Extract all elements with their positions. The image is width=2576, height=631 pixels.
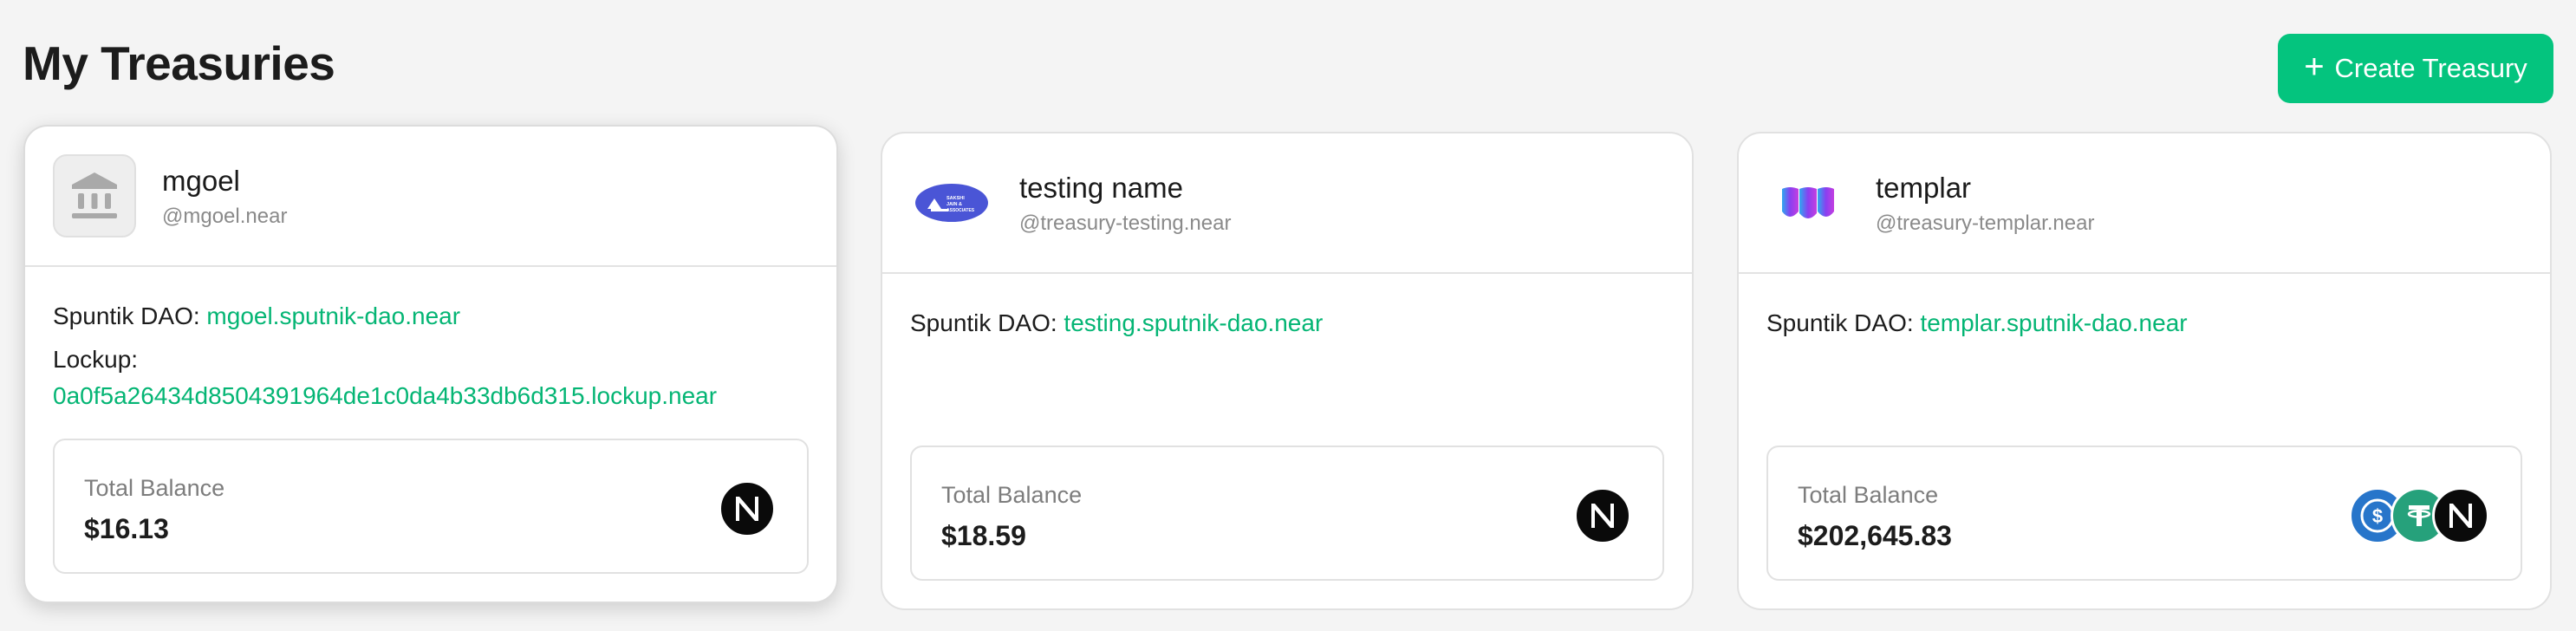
total-balance-value: $16.13 bbox=[84, 513, 169, 544]
treasury-name: mgoel bbox=[162, 165, 240, 197]
total-balance-value: $202,645.83 bbox=[1798, 520, 1952, 551]
sakshi-logo: SAKSHI JAIN & ASSOCIATES bbox=[914, 161, 990, 244]
card-body: Spuntik DAO: mgoel.sputnik-dao.near Lock… bbox=[25, 267, 836, 418]
treasury-account: @treasury-testing.near bbox=[1019, 211, 1232, 235]
dao-link[interactable]: testing.sputnik-dao.near bbox=[1064, 309, 1323, 336]
total-balance-label: Total Balance bbox=[941, 482, 1083, 508]
near-icon bbox=[2432, 487, 2489, 544]
create-treasury-label: Create Treasury bbox=[2334, 53, 2527, 83]
treasury-card-templar[interactable]: templar @treasury-templar.near Spuntik D… bbox=[1737, 132, 2552, 610]
balance-box: Total Balance $18.59 bbox=[910, 446, 1664, 581]
total-balance-label: Total Balance bbox=[84, 475, 225, 501]
treasury-name: templar bbox=[1876, 172, 1972, 204]
treasury-account: @mgoel.near bbox=[162, 205, 288, 228]
dao-row: Spuntik DAO: mgoel.sputnik-dao.near bbox=[53, 295, 809, 338]
token-icons bbox=[1574, 487, 1631, 544]
dao-label: Spuntik DAO: bbox=[53, 302, 200, 329]
treasury-name: testing name bbox=[1019, 172, 1183, 204]
svg-text:$: $ bbox=[2372, 505, 2383, 527]
near-icon bbox=[719, 480, 776, 537]
create-treasury-button[interactable]: + Create Treasury bbox=[2278, 34, 2553, 103]
treasury-card-mgoel[interactable]: mgoel @mgoel.near Spuntik DAO: mgoel.spu… bbox=[23, 125, 838, 603]
card-header: mgoel @mgoel.near bbox=[25, 127, 836, 267]
token-icons bbox=[719, 480, 776, 537]
card-body: Spuntik DAO: templar.sputnik-dao.near bbox=[1739, 274, 2550, 345]
total-balance-value: $18.59 bbox=[941, 520, 1026, 551]
treasury-card-testing[interactable]: SAKSHI JAIN & ASSOCIATES testing name @t… bbox=[881, 132, 1694, 610]
svg-text:JAIN &: JAIN & bbox=[946, 202, 962, 207]
total-balance-label: Total Balance bbox=[1798, 482, 1939, 508]
lockup-link[interactable]: 0a0f5a26434d8504391964de1c0da4b33db6d315… bbox=[53, 374, 809, 418]
dao-row: Spuntik DAO: templar.sputnik-dao.near bbox=[1766, 302, 2522, 345]
templar-logo bbox=[1766, 161, 1850, 244]
dao-link[interactable]: mgoel.sputnik-dao.near bbox=[206, 302, 460, 329]
sakshi-logo-text: SAKSHI bbox=[946, 196, 965, 201]
card-body: Spuntik DAO: testing.sputnik-dao.near bbox=[882, 274, 1692, 345]
page-title: My Treasuries bbox=[23, 36, 335, 90]
card-header: templar @treasury-templar.near bbox=[1739, 133, 2550, 274]
near-icon bbox=[1574, 487, 1631, 544]
balance-box: Total Balance $202,645.83 $ bbox=[1766, 446, 2522, 581]
balance-box: Total Balance $16.13 bbox=[53, 439, 809, 574]
token-icons: $ bbox=[2349, 487, 2489, 544]
card-header: SAKSHI JAIN & ASSOCIATES testing name @t… bbox=[882, 133, 1692, 274]
dao-row: Spuntik DAO: testing.sputnik-dao.near bbox=[910, 302, 1664, 345]
dao-label: Spuntik DAO: bbox=[910, 309, 1057, 336]
treasury-account: @treasury-templar.near bbox=[1876, 211, 2095, 235]
dao-label: Spuntik DAO: bbox=[1766, 309, 1914, 336]
bank-icon bbox=[53, 154, 136, 237]
plus-icon: + bbox=[2304, 48, 2325, 86]
svg-text:ASSOCIATES: ASSOCIATES bbox=[946, 208, 975, 213]
dao-link[interactable]: templar.sputnik-dao.near bbox=[1920, 309, 2187, 336]
